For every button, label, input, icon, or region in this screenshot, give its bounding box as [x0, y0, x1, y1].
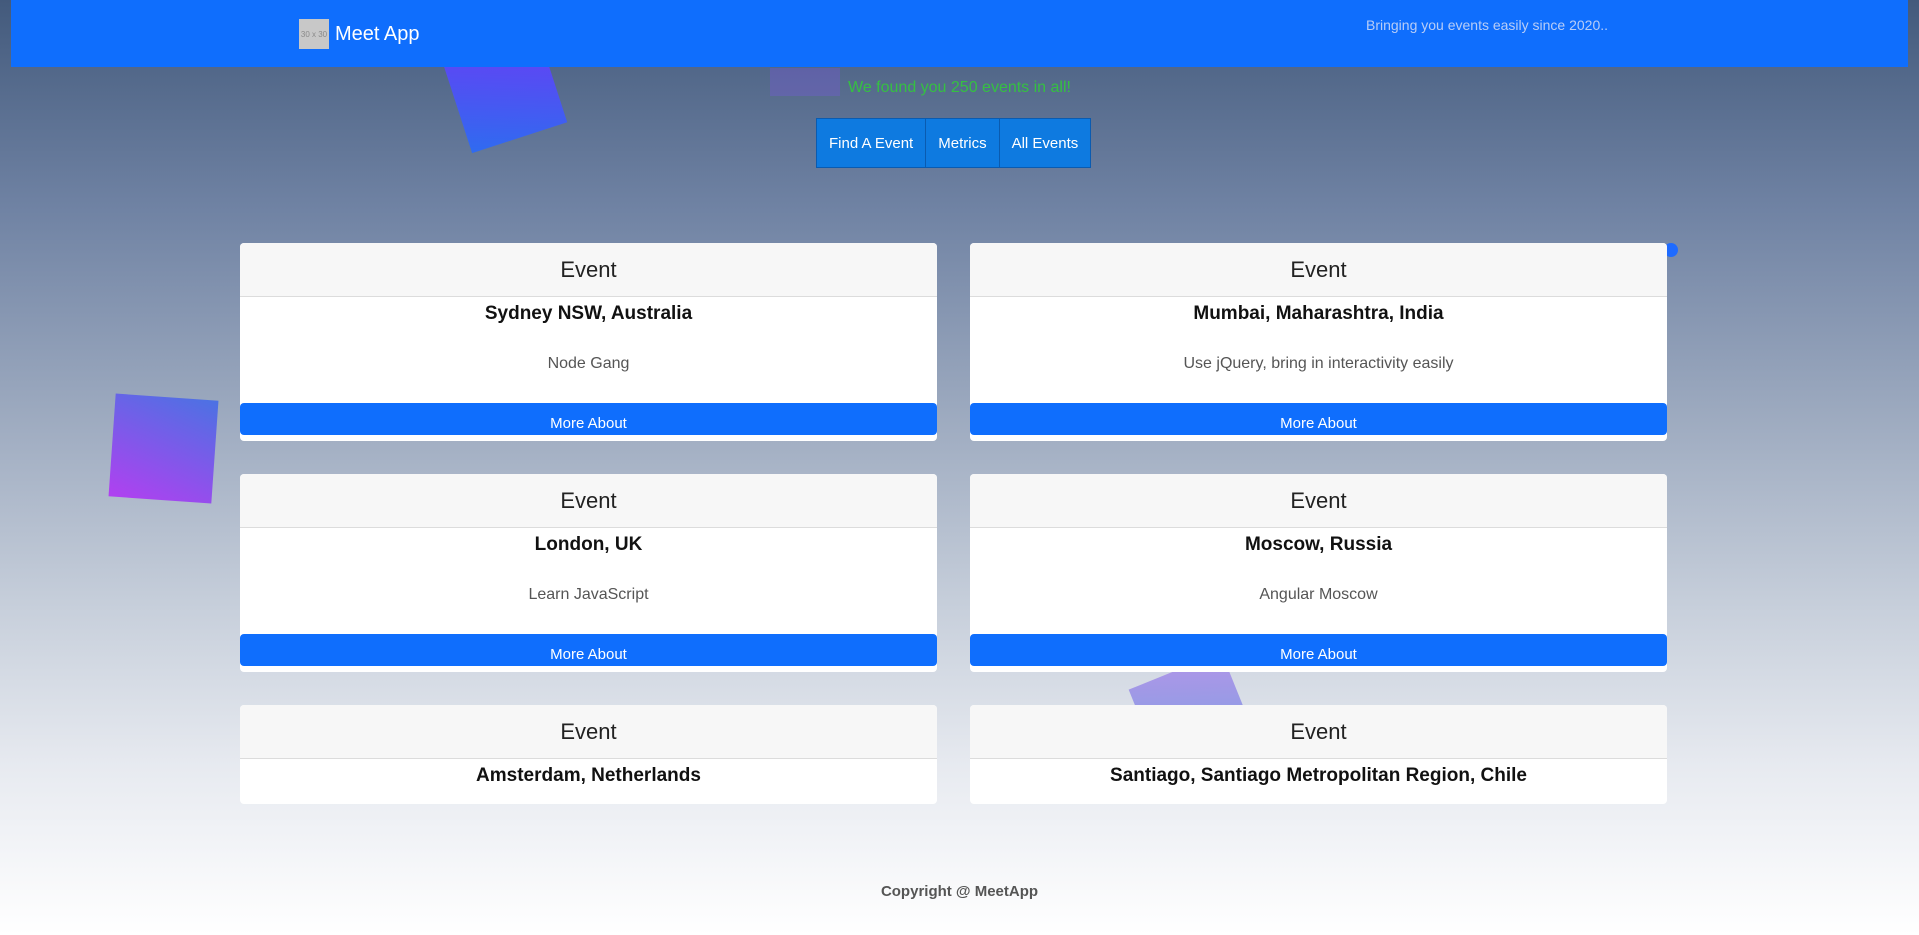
event-card: Event Santiago, Santiago Metropolitan Re… [970, 705, 1667, 804]
event-name: Learn JavaScript [528, 586, 649, 603]
view-button-group: Find A Event Metrics All Events [816, 118, 1092, 168]
event-card: Event Moscow, Russia Angular Moscow More… [970, 474, 1667, 672]
find-event-button[interactable]: Find A Event [816, 118, 927, 168]
more-about-button[interactable]: More About [240, 634, 937, 666]
all-events-button[interactable]: All Events [998, 118, 1092, 168]
brand[interactable]: 30 x 30 Meet App [299, 19, 420, 49]
event-card-header: Event [970, 474, 1667, 528]
event-name: Use jQuery, bring in interactivity easil… [1183, 355, 1454, 372]
event-card-header: Event [970, 243, 1667, 297]
logo-image: 30 x 30 [299, 19, 329, 49]
event-location: Sydney NSW, Australia [484, 303, 693, 324]
event-name: Angular Moscow [1259, 586, 1378, 603]
event-location: London, UK [534, 534, 643, 555]
event-location: Mumbai, Maharashtra, India [1193, 303, 1444, 324]
event-name: Node Gang [547, 355, 630, 372]
events-count-text: We found you 250 events in all! [848, 79, 1071, 96]
event-card: Event Sydney NSW, Australia Node Gang Mo… [240, 243, 937, 441]
decorative-square [108, 393, 219, 504]
tagline: Bringing you events easily since 2020.. [1366, 17, 1609, 33]
event-card-header: Event [240, 474, 937, 528]
event-card-header: Event [970, 705, 1667, 759]
event-card: Event London, UK Learn JavaScript More A… [240, 474, 937, 672]
event-card-header: Event [240, 243, 937, 297]
event-card-header: Event [240, 705, 937, 759]
event-location: Santiago, Santiago Metropolitan Region, … [1110, 765, 1527, 786]
event-location: Amsterdam, Netherlands [476, 765, 701, 786]
event-card: Event Amsterdam, Netherlands [240, 705, 937, 804]
more-about-button[interactable]: More About [970, 403, 1667, 435]
event-location: Moscow, Russia [1244, 534, 1393, 555]
more-about-button[interactable]: More About [970, 634, 1667, 666]
metrics-button[interactable]: Metrics [925, 118, 1000, 168]
footer-copyright: Copyright @ MeetApp [880, 883, 1039, 900]
navbar: 30 x 30 Meet App Bringing you events eas… [11, 0, 1908, 67]
more-about-button[interactable]: More About [240, 403, 937, 435]
brand-name[interactable]: Meet App [335, 23, 420, 46]
event-card: Event Mumbai, Maharashtra, India Use jQu… [970, 243, 1667, 441]
